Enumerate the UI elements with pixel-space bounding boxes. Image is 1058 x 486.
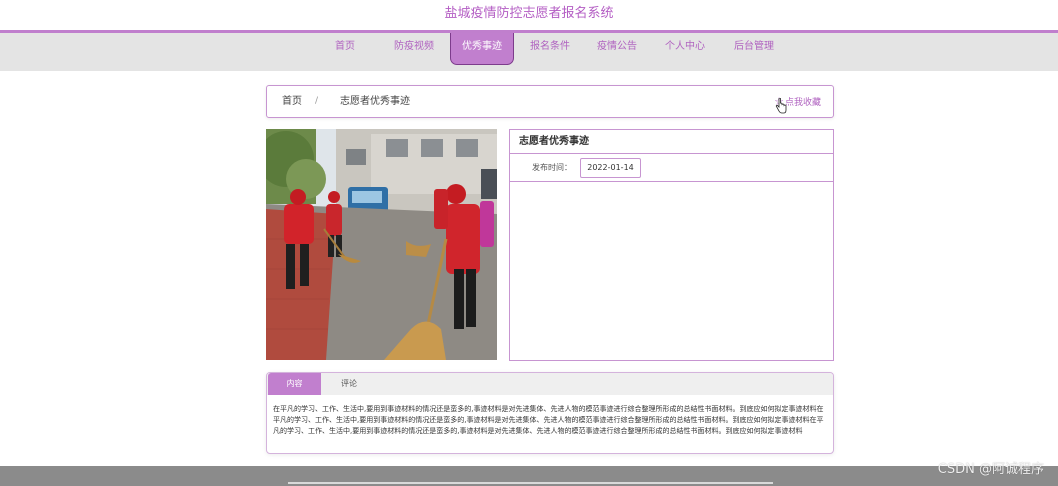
tab-content[interactable]: 内容: [268, 373, 321, 395]
nav-item-notices[interactable]: 疫情公告: [589, 33, 645, 64]
deed-info-panel: 志愿者优秀事迹 发布时间： 2022-01-14: [509, 129, 834, 361]
site-title: 盐城疫情防控志愿者报名系统: [444, 6, 614, 21]
deed-photo: [266, 129, 497, 360]
nav-item-deeds[interactable]: 优秀事迹: [450, 33, 514, 65]
volunteers-sweeping-street-photo: [266, 129, 497, 360]
content-panel: 内容 评论 在平凡的学习、工作、生活中,要用到事迹材料的情况还是蛮多的,事迹材料…: [266, 372, 834, 454]
breadcrumb-current: 志愿者优秀事迹: [340, 96, 410, 107]
hand-cursor-icon: [775, 98, 787, 114]
favorite-label: 点我收藏: [784, 98, 821, 108]
footer-divider: [288, 482, 773, 484]
deed-title: 志愿者优秀事迹: [510, 130, 833, 154]
nav-item-conditions[interactable]: 报名条件: [522, 33, 578, 64]
publish-date-value: 2022-01-14: [580, 158, 641, 178]
publish-date-label: 发布时间：: [532, 163, 572, 172]
breadcrumb-separator: /: [315, 96, 319, 106]
nav-item-profile[interactable]: 个人中心: [657, 33, 713, 64]
nav-item-home[interactable]: 首页: [326, 33, 364, 64]
breadcrumb: 首页 / 志愿者优秀事迹 ☆点我收藏: [266, 85, 834, 118]
content-tabs: 内容 评论: [267, 373, 833, 395]
publish-date-row: 发布时间： 2022-01-14: [510, 155, 833, 182]
breadcrumb-home[interactable]: 首页: [282, 86, 302, 117]
watermark: CSDN @阿诚程序: [937, 462, 1044, 477]
main-nav: 首页 防疫视频 优秀事迹 报名条件 疫情公告 个人中心 后台管理: [0, 33, 1058, 71]
content-body-text: 在平凡的学习、工作、生活中,要用到事迹材料的情况还是蛮多的,事迹材料是对先进集体…: [273, 405, 824, 435]
tab-comments[interactable]: 评论: [321, 373, 377, 395]
nav-item-admin[interactable]: 后台管理: [726, 33, 782, 64]
nav-item-videos[interactable]: 防疫视频: [386, 33, 442, 64]
